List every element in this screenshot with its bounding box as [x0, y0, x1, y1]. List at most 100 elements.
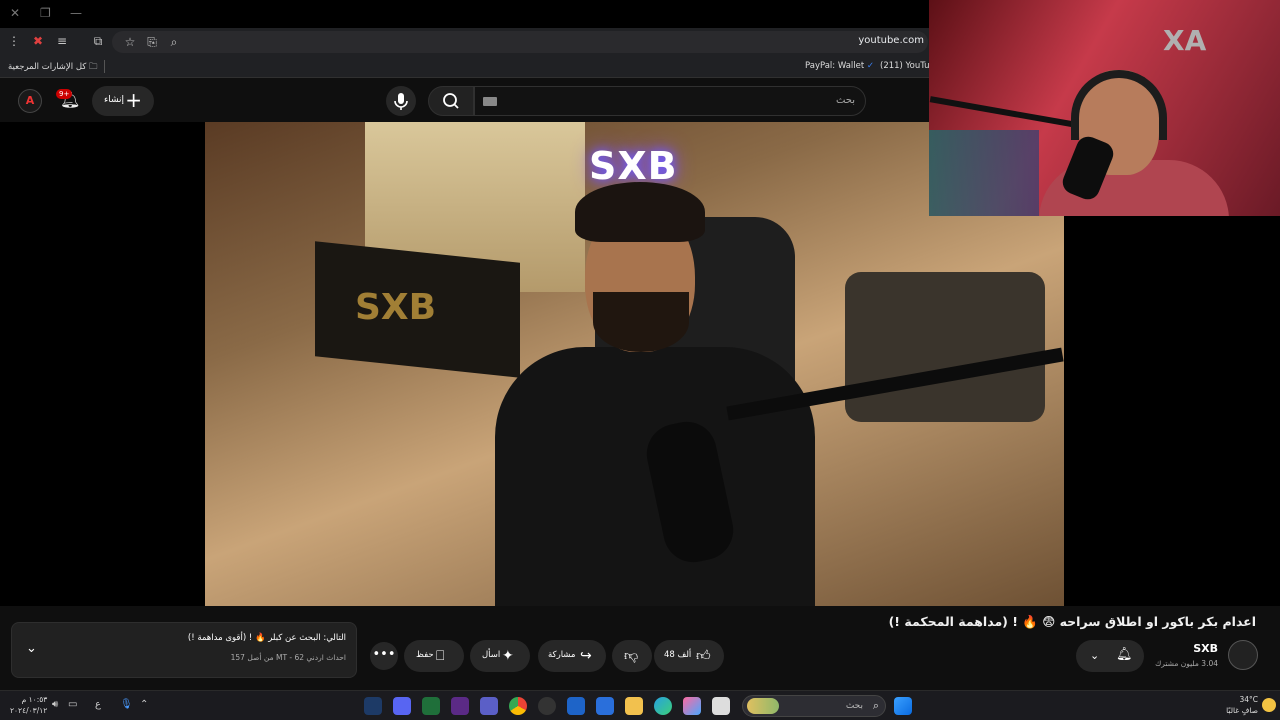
voice-search-button[interactable]: [386, 86, 416, 116]
teams-icon[interactable]: [480, 697, 498, 715]
steam-icon[interactable]: [364, 697, 382, 715]
sun-cloud-icon: [1262, 698, 1276, 712]
up-next-panel[interactable]: التالي: البحث عن كبلر 🔥 ! (أقوى مداهمة !…: [11, 622, 357, 678]
dislike-button[interactable]: 👎︎: [612, 640, 652, 672]
sparkle-icon: ✦: [502, 648, 514, 664]
save-button[interactable]: ⎕ حفظ: [404, 640, 464, 672]
bookmark-folder-all[interactable]: كل الإشارات المرجعية 🗀: [8, 61, 98, 75]
extensions-puzzle-icon[interactable]: ⧉: [90, 33, 106, 49]
bookmark-paypal-label: PayPal: Wallet: [805, 61, 865, 71]
thumbs-down-icon: 👎︎: [624, 648, 639, 664]
folder-icon: 🗀: [89, 62, 98, 72]
mic-tray-icon[interactable]: 🎙︎: [120, 699, 133, 710]
install-app-icon[interactable]: ⎘: [144, 34, 160, 50]
channel-name[interactable]: SXB: [1193, 642, 1218, 655]
chrome-icon[interactable]: [509, 697, 527, 715]
system-clock[interactable]: ١٠:٥٣ م ٢٠٢٤/٠٣/١٢: [10, 694, 47, 716]
webcam-background-light: [929, 130, 1039, 216]
presenter-beard: [593, 292, 689, 352]
presenter-hair: [575, 182, 705, 242]
like-button[interactable]: 👍︎ 48 ألف: [654, 640, 724, 672]
windows-taskbar: ١٠:٥٣ م ٢٠٢٤/٠٣/١٢ 🔊︎ ▭ ع 🎙︎ ⌃ بحث ⌕ 34°…: [0, 690, 1280, 720]
notification-badge: 9+: [56, 89, 73, 99]
chevron-down-icon: ⌄: [1090, 649, 1100, 662]
store-icon[interactable]: [596, 697, 614, 715]
browser-titlebar: ✕ ❐ —: [0, 0, 930, 28]
video-title: اعدام بكر باكور او اطلاق سراحه 😨 🔥 ! (مد…: [888, 614, 1256, 629]
taskbar-search-input[interactable]: بحث ⌕: [742, 695, 886, 717]
keyboard-icon[interactable]: [483, 97, 497, 106]
search-button[interactable]: [428, 86, 474, 116]
webcam-overlay: XA: [929, 0, 1280, 216]
browser-menu-icon[interactable]: ⋮: [6, 33, 22, 49]
minimize-window-icon[interactable]: —: [70, 6, 82, 20]
channel-avatar[interactable]: [1228, 640, 1258, 670]
address-bar: ⋮ ✖ ≡ ⧉ ☆ ⎘ ⌕ youtube.com: [0, 28, 930, 56]
youtube-header: A 🔔︎ 9+ إنشاء + بحث: [0, 80, 930, 122]
url-field[interactable]: ☆ ⎘ ⌕ youtube.com: [112, 31, 928, 53]
xbox-icon[interactable]: [422, 697, 440, 715]
video-meta: اعدام بكر باكور او اطلاق سراحه 😨 🔥 ! (مد…: [0, 606, 1280, 686]
more-actions-button[interactable]: •••: [370, 642, 398, 670]
language-indicator[interactable]: ع: [95, 699, 101, 710]
volume-icon[interactable]: 🔊︎: [52, 699, 58, 710]
clock-date: ٢٠٢٤/٠٣/١٢: [10, 706, 48, 715]
bookmarks-bar: كل الإشارات المرجعية 🗀 PayPal: Wallet ✓ …: [0, 56, 940, 78]
ask-button[interactable]: ✦ اسأل: [470, 640, 530, 672]
video-sofa: [845, 272, 1045, 422]
subscribed-button[interactable]: 🔔︎ ⌄: [1076, 640, 1144, 672]
mail-icon[interactable]: [567, 697, 585, 715]
bookmark-paypal[interactable]: PayPal: Wallet ✓: [805, 61, 874, 71]
desk-logo: SXB: [355, 287, 437, 328]
search-highlight-image: [747, 698, 779, 714]
file-explorer-icon[interactable]: [625, 697, 643, 715]
up-next-title: التالي: البحث عن كبلر 🔥 ! (أقوى مداهمة !…: [187, 633, 346, 643]
webcam-logo: XA: [1163, 24, 1207, 57]
chevron-down-icon[interactable]: ⌄: [26, 641, 37, 656]
microphone-icon: [394, 93, 408, 110]
plus-icon: +: [125, 88, 142, 112]
reading-list-icon[interactable]: ≡: [54, 33, 70, 49]
weather-description: صافٍ غالبًا: [1226, 706, 1258, 715]
search-icon: ⌕: [872, 699, 879, 712]
ask-label: اسأل: [482, 650, 501, 660]
clock-time: ١٠:٥٣ م: [21, 695, 48, 704]
copilot-icon[interactable]: [683, 697, 701, 715]
share-button[interactable]: ↪ مشاركة: [538, 640, 606, 672]
share-label: مشاركة: [548, 650, 576, 660]
extension-icon[interactable]: ✖: [30, 33, 46, 49]
bookmark-star-icon[interactable]: ☆: [122, 34, 138, 50]
more-dots-icon: •••: [372, 647, 396, 662]
edge-icon[interactable]: [654, 697, 672, 715]
url-text: youtube.com: [858, 35, 924, 46]
taskbar-search-placeholder: بحث: [845, 701, 863, 711]
task-view-icon[interactable]: [712, 697, 730, 715]
bookmark-folder-label: كل الإشارات المرجعية: [8, 62, 87, 72]
search-icon: [443, 93, 459, 109]
network-icon[interactable]: ▭: [68, 699, 77, 710]
weather-widget[interactable]: 34°C صافٍ غالبًا: [1226, 694, 1258, 716]
zoom-icon[interactable]: ⌕: [166, 34, 182, 50]
windows-start-icon[interactable]: [894, 697, 912, 715]
share-arrow-icon: ↪: [580, 648, 592, 664]
chevron-up-icon[interactable]: ⌃: [140, 699, 148, 710]
discord-icon[interactable]: [393, 697, 411, 715]
up-next-subtitle: احداث اردني MT - 62 من أصل 157: [230, 653, 346, 662]
like-count: 48 ألف: [664, 650, 692, 660]
next-app-icon[interactable]: [451, 697, 469, 715]
subscriber-count: 3.04 مليون مشترك: [1155, 659, 1218, 668]
account-avatar[interactable]: A: [18, 89, 42, 113]
paypal-icon: ✓: [866, 61, 875, 71]
bookmark-divider: [104, 60, 105, 73]
search-input[interactable]: بحث: [474, 86, 866, 116]
close-window-icon[interactable]: ✕: [10, 6, 20, 20]
save-label: حفظ: [416, 650, 434, 660]
obs-icon[interactable]: [538, 697, 556, 715]
search-placeholder: بحث: [835, 95, 855, 106]
create-button[interactable]: إنشاء +: [92, 86, 154, 116]
thumbs-up-icon: 👍︎: [696, 648, 711, 664]
bookmark-icon: ⎕: [436, 648, 445, 664]
bell-icon: 🔔︎: [1116, 647, 1133, 662]
restore-window-icon[interactable]: ❐: [40, 6, 51, 20]
temperature: 34°C: [1239, 695, 1258, 704]
